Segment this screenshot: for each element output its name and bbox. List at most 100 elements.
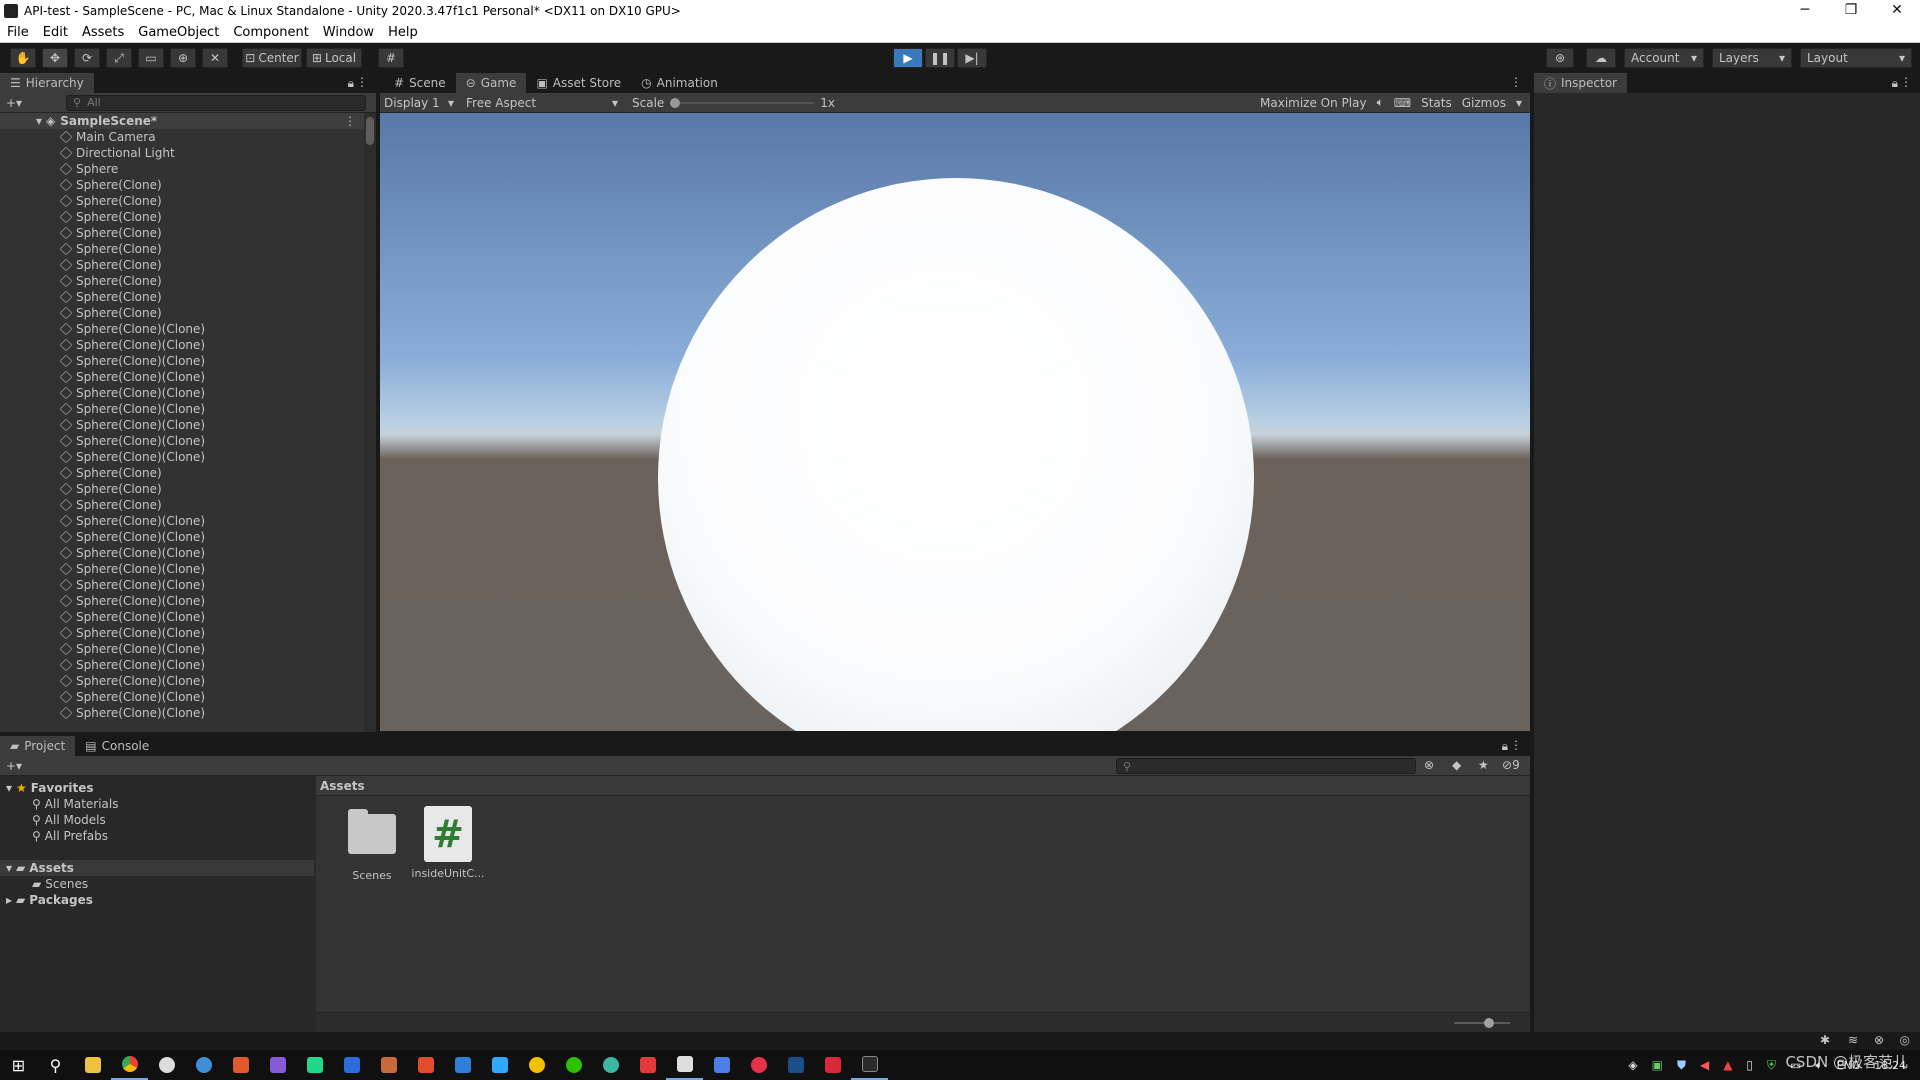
start-button[interactable]: ⊞: [0, 1050, 37, 1080]
collab-icon[interactable]: ⊛: [1546, 48, 1574, 68]
taskbar-app[interactable]: [851, 1050, 888, 1080]
play-button[interactable]: ▶: [893, 48, 923, 68]
grid-snap-icon[interactable]: #: [378, 48, 404, 68]
taskbar-app[interactable]: [148, 1050, 185, 1080]
taskbar-app[interactable]: [259, 1050, 296, 1080]
network-icon[interactable]: ⊗: [1874, 1033, 1884, 1047]
hierarchy-item[interactable]: Directional Light: [0, 145, 175, 161]
lock-icon[interactable]: 🔒︎: [1502, 739, 1508, 754]
pause-button[interactable]: ❚❚: [925, 48, 955, 68]
close-button[interactable]: ✕: [1874, 0, 1920, 22]
icon-size-slider-thumb[interactable]: [1484, 1018, 1494, 1028]
hierarchy-item[interactable]: Sphere(Clone)(Clone): [0, 337, 205, 353]
hierarchy-item[interactable]: Sphere(Clone): [0, 257, 162, 273]
hierarchy-item[interactable]: Sphere: [0, 161, 118, 177]
space-local-button[interactable]: ⊞ Local: [306, 48, 362, 68]
hierarchy-item[interactable]: Sphere(Clone)(Clone): [0, 433, 205, 449]
hierarchy-scrollbar[interactable]: [364, 113, 376, 732]
rotate-tool-icon[interactable]: ⟳: [74, 48, 100, 68]
account-dropdown[interactable]: Account ▾: [1624, 48, 1704, 68]
lock-icon[interactable]: 🔒︎: [348, 76, 354, 91]
favorite-star-icon[interactable]: ★: [1478, 758, 1489, 772]
taskbar-app[interactable]: [296, 1050, 333, 1080]
maximize-on-play-toggle[interactable]: Maximize On Play: [1260, 96, 1367, 110]
taskbar-app[interactable]: [481, 1050, 518, 1080]
taskbar-app[interactable]: [592, 1050, 629, 1080]
taskbar-app[interactable]: [74, 1050, 111, 1080]
taskbar-app[interactable]: [370, 1050, 407, 1080]
tab-game[interactable]: ⊝ Game: [455, 73, 527, 93]
taskbar-app[interactable]: [333, 1050, 370, 1080]
transform-tool-icon[interactable]: ⊕: [170, 48, 196, 68]
layout-dropdown[interactable]: Layout ▾: [1800, 48, 1912, 68]
hierarchy-item[interactable]: Sphere(Clone)(Clone): [0, 529, 205, 545]
hierarchy-item[interactable]: Sphere(Clone): [0, 225, 162, 241]
icon-size-slider[interactable]: [1454, 1022, 1510, 1024]
hierarchy-item[interactable]: Sphere(Clone)(Clone): [0, 641, 205, 657]
lock-icon[interactable]: 🔒︎: [1892, 76, 1898, 91]
taskbar-app[interactable]: [666, 1050, 703, 1080]
menu-component[interactable]: Component: [226, 25, 315, 40]
hierarchy-item[interactable]: Sphere(Clone)(Clone): [0, 385, 205, 401]
hand-tool-icon[interactable]: ✋: [10, 48, 36, 68]
tab-asset-store[interactable]: ▣ Asset Store: [526, 73, 631, 93]
layers-dropdown[interactable]: Layers ▾: [1712, 48, 1792, 68]
assets-folder-row[interactable]: ▾ ▰ Assets: [0, 860, 314, 876]
custom-tool-icon[interactable]: ✕: [202, 48, 228, 68]
taskbar-app[interactable]: [222, 1050, 259, 1080]
scale-tool-icon[interactable]: ⤢: [106, 48, 132, 68]
hierarchy-item[interactable]: Sphere(Clone)(Clone): [0, 561, 205, 577]
packages-folder-row[interactable]: ▸ ▰ Packages: [0, 892, 93, 908]
scrollbar-thumb[interactable]: [366, 117, 374, 145]
more-options-icon[interactable]: ⋮: [356, 75, 368, 89]
taskbar-app[interactable]: [407, 1050, 444, 1080]
hierarchy-item[interactable]: Sphere(Clone)(Clone): [0, 401, 205, 417]
tab-inspector[interactable]: ⓘ Inspector: [1534, 73, 1627, 93]
breadcrumb-assets[interactable]: Assets: [320, 779, 365, 793]
scenes-folder-row[interactable]: ▰ Scenes: [0, 876, 88, 892]
tab-project[interactable]: ▰ Project: [0, 736, 76, 756]
hierarchy-item[interactable]: Sphere(Clone)(Clone): [0, 657, 205, 673]
scale-slider-thumb[interactable]: [670, 97, 681, 108]
taskbar-app[interactable]: [518, 1050, 555, 1080]
gizmos-dropdown[interactable]: Gizmos: [1462, 96, 1506, 110]
hierarchy-search-input[interactable]: ⚲ All: [66, 94, 366, 111]
taskbar-app[interactable]: [555, 1050, 592, 1080]
menu-assets[interactable]: Assets: [75, 25, 131, 40]
tray-usb-icon[interactable]: ▯: [1746, 1058, 1753, 1072]
taskbar-app[interactable]: [444, 1050, 481, 1080]
add-object-button[interactable]: +▾: [6, 96, 32, 110]
memory-icon[interactable]: ≋: [1848, 1033, 1858, 1047]
taskbar-app[interactable]: [111, 1050, 148, 1080]
hierarchy-item[interactable]: Sphere(Clone)(Clone): [0, 369, 205, 385]
step-button[interactable]: ▶|: [957, 48, 987, 68]
scene-menu-icon[interactable]: ⋮: [344, 114, 356, 128]
hierarchy-item[interactable]: Sphere(Clone)(Clone): [0, 673, 205, 689]
hierarchy-item[interactable]: Sphere(Clone)(Clone): [0, 545, 205, 561]
hierarchy-item[interactable]: Sphere(Clone): [0, 481, 162, 497]
menu-edit[interactable]: Edit: [36, 25, 75, 40]
move-tool-icon[interactable]: ✥: [42, 48, 68, 68]
taskbar-app[interactable]: [185, 1050, 222, 1080]
filter-type-icon[interactable]: ⊗: [1424, 758, 1434, 772]
hierarchy-item[interactable]: Sphere(Clone)(Clone): [0, 417, 205, 433]
taskbar-app[interactable]: [814, 1050, 851, 1080]
tray-app-icon[interactable]: ▲: [1723, 1058, 1732, 1072]
minimize-button[interactable]: ─: [1782, 0, 1828, 22]
project-search-input[interactable]: ⚲: [1116, 758, 1416, 774]
hierarchy-item[interactable]: Sphere(Clone)(Clone): [0, 321, 205, 337]
rect-tool-icon[interactable]: ▭: [138, 48, 164, 68]
more-options-icon[interactable]: ⋮: [1510, 75, 1522, 89]
taskbar-app[interactable]: [703, 1050, 740, 1080]
hierarchy-item[interactable]: Sphere(Clone): [0, 305, 162, 321]
aspect-dropdown[interactable]: Free Aspect ▾: [462, 96, 622, 110]
asset-item-script[interactable]: # insideUnitC...: [410, 806, 486, 880]
shortcuts-icon[interactable]: ⌨: [1394, 96, 1411, 110]
hierarchy-item[interactable]: Sphere(Clone)(Clone): [0, 609, 205, 625]
tab-animation[interactable]: ◷ Animation: [631, 73, 728, 93]
hierarchy-item[interactable]: Sphere(Clone)(Clone): [0, 593, 205, 609]
hierarchy-item[interactable]: Sphere(Clone): [0, 193, 162, 209]
chevron-down-icon[interactable]: ▾: [1516, 96, 1522, 110]
filter-label-icon[interactable]: ◆: [1452, 758, 1461, 772]
more-options-icon[interactable]: ⋮: [1900, 75, 1912, 89]
